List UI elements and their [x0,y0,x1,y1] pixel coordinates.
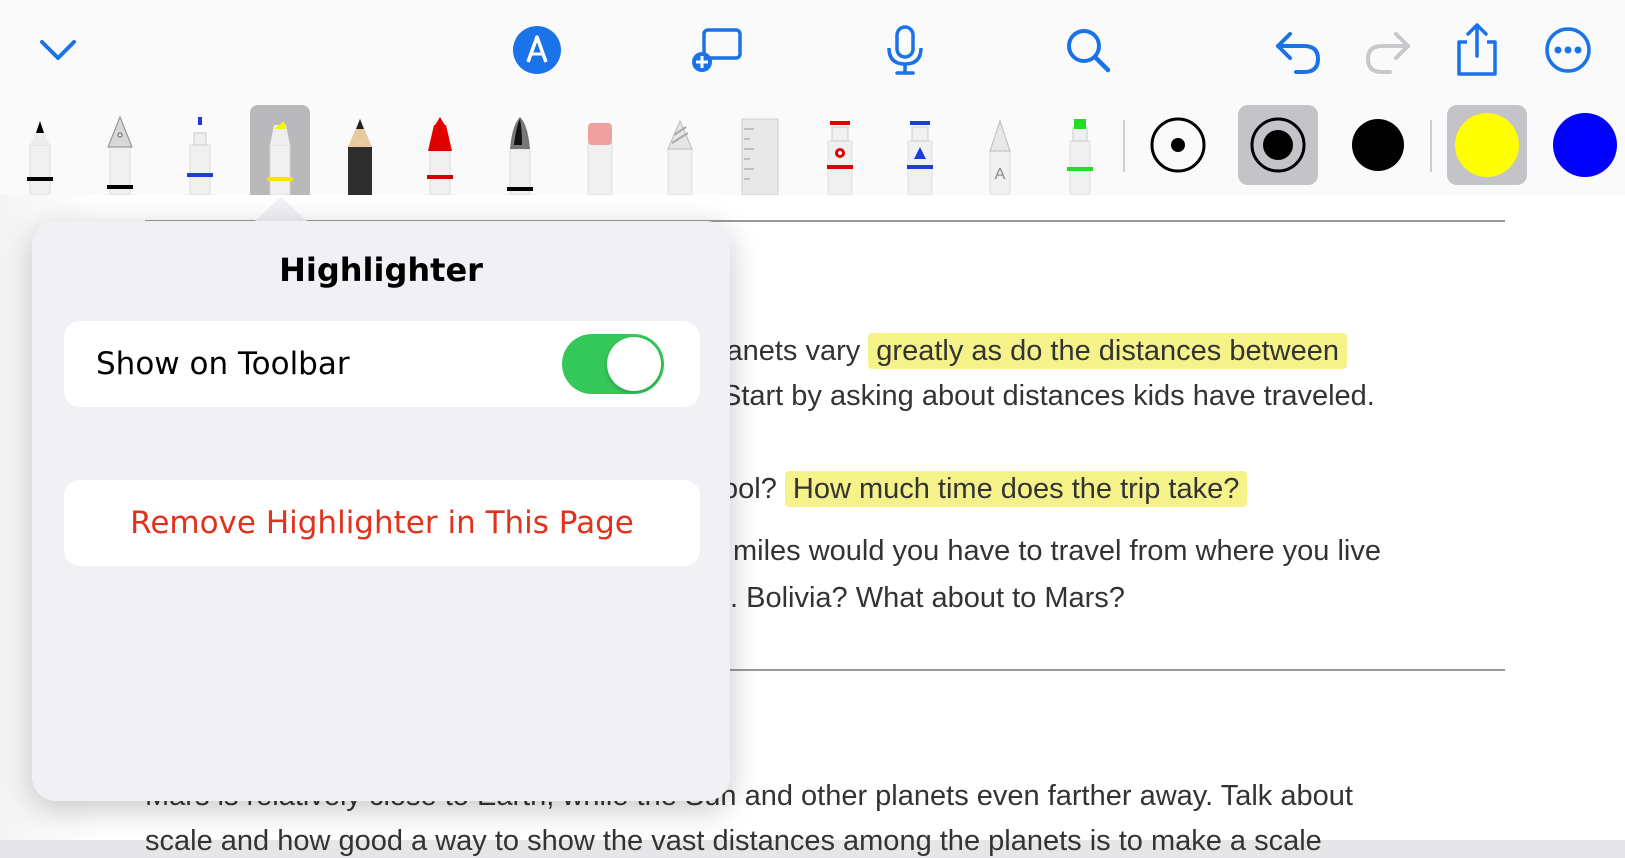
pen-tool[interactable] [10,105,70,196]
add-page-icon[interactable] [690,22,746,78]
stroke-size-large[interactable] [1338,105,1418,185]
redo-icon[interactable] [1360,22,1416,78]
color-swatch-yellow[interactable] [1447,105,1527,185]
pencil-tool[interactable] [330,105,390,195]
document-text-line: lanets vary greatly as do the distances … [720,333,1347,369]
popover-arrow [255,197,307,221]
stroke-size-medium[interactable] [1238,105,1318,185]
undo-icon[interactable] [1270,22,1326,78]
text-tool-label: A [995,166,1006,183]
text-plain: lanets vary [720,335,861,367]
remove-highlighter-button[interactable]: Remove Highlighter in This Page [64,480,700,566]
show-on-toolbar-toggle[interactable] [562,334,664,394]
toggle-label: Show on Toolbar [96,346,350,382]
stroke-size-small[interactable] [1138,105,1218,185]
document-text-line: ool? How much time does the trip take? [722,471,1248,507]
document-text-line: miles would you have to travel from wher… [733,535,1381,567]
ruler-tool[interactable] [730,105,790,196]
more-options-icon[interactable] [1540,22,1596,78]
highlighted-text: How much time does the trip take? [784,471,1248,507]
highlighter-tool[interactable] [250,105,310,196]
search-icon[interactable] [1060,22,1116,78]
fill-tool[interactable] [890,105,950,196]
shape-tool[interactable] [810,105,870,196]
popover-title: Highlighter [279,251,483,289]
document-text-line: scale and how good a way to show the vas… [145,825,1322,857]
fineliner-tool[interactable] [170,105,230,196]
crayon-tool[interactable] [410,105,470,196]
lasso-tool[interactable] [650,105,710,196]
watercolor-tool[interactable] [490,105,550,196]
toggle-knob [607,337,661,391]
highlighted-text: greatly as do the distances between [868,333,1347,369]
highlighter-popover: Highlighter Show on Toolbar Remove Highl… [32,221,730,801]
color-swatch-blue[interactable] [1545,105,1625,185]
remove-highlighter-label: Remove Highlighter in This Page [130,505,634,541]
marker-tool[interactable] [1050,105,1110,196]
toolbar-divider [1430,120,1432,172]
text-plain: ool? [722,473,777,505]
document-text-line: . Bolivia? What about to Mars? [730,582,1125,614]
microphone-icon[interactable] [877,22,933,78]
share-icon[interactable] [1449,22,1505,78]
top-toolbar [0,0,1625,100]
document-text-line: Start by asking about distances kids hav… [722,380,1375,412]
eraser-tool[interactable] [570,105,630,196]
chevron-down-icon[interactable] [30,22,86,78]
toolbar-toggle-row: Show on Toolbar [64,321,700,407]
text-tool[interactable]: A [970,105,1030,196]
toolbar-divider [1123,120,1125,172]
markup-pencil-icon[interactable] [509,22,565,78]
fountain-pen-tool[interactable] [90,105,150,196]
